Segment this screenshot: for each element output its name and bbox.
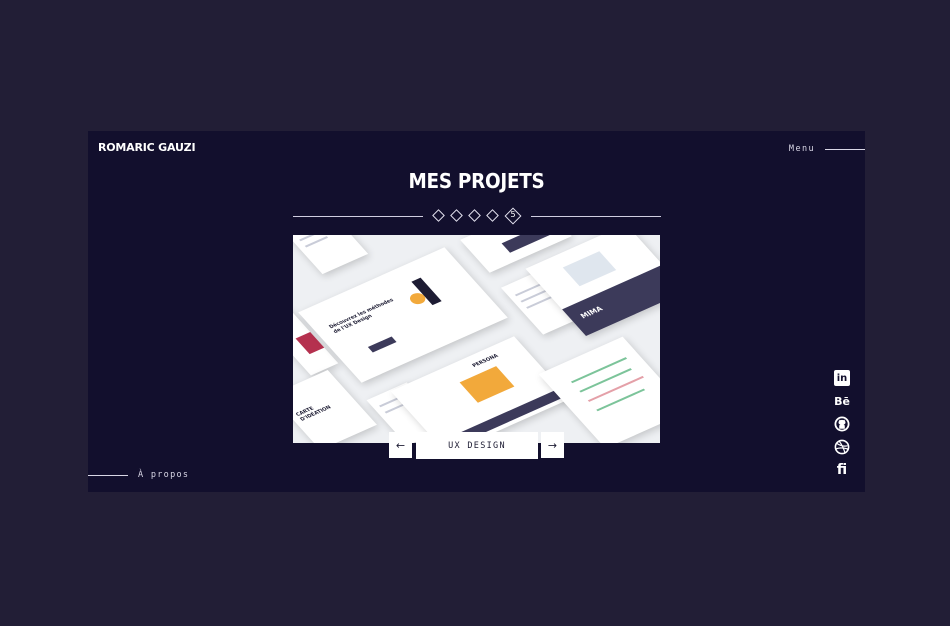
project-preview-image[interactable]: Découvrez les méthodes de l'UX Design MI… bbox=[293, 235, 660, 443]
pager-dot-3[interactable] bbox=[468, 209, 481, 222]
social-links: in Bē fi bbox=[833, 370, 851, 478]
pager-dot-1[interactable] bbox=[432, 209, 445, 222]
freelance-icon[interactable]: fi bbox=[834, 462, 850, 478]
menu-label[interactable]: Menu bbox=[789, 144, 815, 154]
preview-band bbox=[367, 336, 397, 353]
project-category-button[interactable]: UX DESIGN bbox=[416, 432, 538, 459]
arrow-left-icon: ← bbox=[395, 438, 406, 452]
arrow-right-icon: → bbox=[547, 438, 558, 452]
preview-card bbox=[293, 235, 369, 275]
preview-line bbox=[570, 357, 628, 384]
preview-screen bbox=[562, 251, 617, 287]
preview-headline: Découvrez les méthodes de l'UX Design bbox=[327, 297, 396, 335]
github-icon[interactable] bbox=[834, 416, 850, 432]
pager-line-right bbox=[531, 216, 661, 217]
pager-dot-4[interactable] bbox=[486, 209, 499, 222]
pager-dots: 5 bbox=[432, 207, 524, 225]
about-link[interactable]: À propos bbox=[88, 470, 189, 480]
pager-line-left bbox=[293, 216, 423, 217]
page-title: MES PROJETS bbox=[408, 169, 545, 193]
next-project-button[interactable]: → bbox=[541, 432, 564, 458]
preview-band bbox=[501, 235, 565, 253]
preview-line bbox=[579, 368, 632, 393]
site-frame: ROMARIC GAUZI Menu MES PROJETS 5 Découvr… bbox=[88, 131, 865, 492]
behance-icon[interactable]: Bē bbox=[834, 393, 850, 409]
preview-yellow bbox=[459, 366, 515, 403]
linkedin-icon[interactable]: in bbox=[834, 370, 850, 386]
pager-dot-2[interactable] bbox=[450, 209, 463, 222]
menu-line bbox=[825, 148, 865, 150]
preview-line bbox=[587, 375, 645, 402]
preview-line bbox=[304, 236, 329, 248]
pager-active-number: 5 bbox=[510, 210, 516, 219]
about-label[interactable]: À propos bbox=[138, 470, 189, 480]
prev-project-button[interactable]: ← bbox=[389, 432, 412, 458]
pager-dot-active[interactable]: 5 bbox=[504, 207, 522, 225]
preview-carte: CARTE D'IDÉATION bbox=[294, 404, 333, 423]
dribbble-icon[interactable] bbox=[834, 439, 850, 455]
about-line bbox=[88, 474, 128, 476]
preview-card bbox=[538, 336, 660, 443]
project-pager: 5 bbox=[293, 207, 661, 225]
menu-button[interactable]: Menu bbox=[789, 144, 865, 154]
brand-logo[interactable]: ROMARIC GAUZI bbox=[98, 141, 196, 154]
